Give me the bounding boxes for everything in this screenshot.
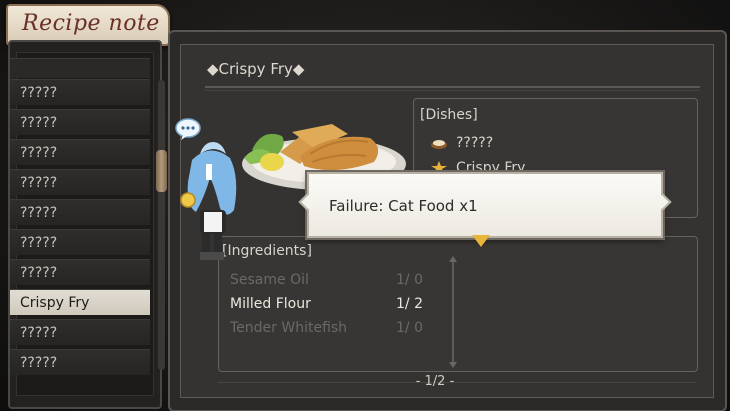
page-title: Recipe note: [22, 11, 160, 36]
recipe-list-item[interactable]: ?????: [10, 139, 150, 165]
recipe-title: ◆Crispy Fry◆: [207, 60, 305, 78]
recipe-list-item[interactable]: ?????: [10, 229, 150, 255]
game-screen: Recipe note ????? ????? ????? ????? ????…: [0, 0, 730, 411]
ingredient-quantity: 1/ 0: [396, 272, 423, 288]
notification-toast[interactable]: Failure: Cat Food x1: [307, 172, 663, 238]
ingredient-name: Milled Flour: [230, 296, 311, 312]
ingredient-name: Tender Whitefish: [230, 320, 348, 336]
recipe-list-item[interactable]: ?????: [10, 259, 150, 285]
ingredient-quantity: 1/ 2: [396, 296, 423, 312]
recipe-list-item[interactable]: ?????: [10, 109, 150, 135]
recipe-list-item[interactable]: ?????: [10, 79, 150, 105]
chef-character-sprite: [180, 142, 237, 260]
dishes-header: [Dishes]: [420, 107, 478, 123]
recipe-list-item[interactable]: ?????: [10, 349, 150, 375]
ingredient-quantity: 1/ 0: [396, 320, 423, 336]
toast-pointer-icon: [472, 235, 490, 247]
list-header-bar: [10, 58, 150, 78]
notification-text: Failure: Cat Food x1: [329, 197, 478, 215]
recipe-list-item[interactable]: ?????: [10, 169, 150, 195]
recipe-list-item[interactable]: ?????: [10, 319, 150, 345]
page-indicator: - 1/2 -: [415, 374, 455, 389]
title-divider: [205, 86, 700, 91]
dish-row[interactable]: ?????: [430, 135, 493, 151]
ingredient-name: Sesame Oil: [230, 272, 309, 288]
ingredients-scrollbar[interactable]: [449, 256, 457, 368]
dish-bowl-icon: [431, 140, 447, 149]
recipe-list-item[interactable]: ?????: [10, 199, 150, 225]
recipe-list-item-selected[interactable]: Crispy Fry: [10, 289, 150, 315]
scroll-thumb[interactable]: [156, 150, 167, 192]
dish-label: ?????: [456, 135, 494, 151]
recipe-list-scrollbar[interactable]: [158, 80, 165, 370]
speech-bubble-icon: [175, 118, 201, 140]
